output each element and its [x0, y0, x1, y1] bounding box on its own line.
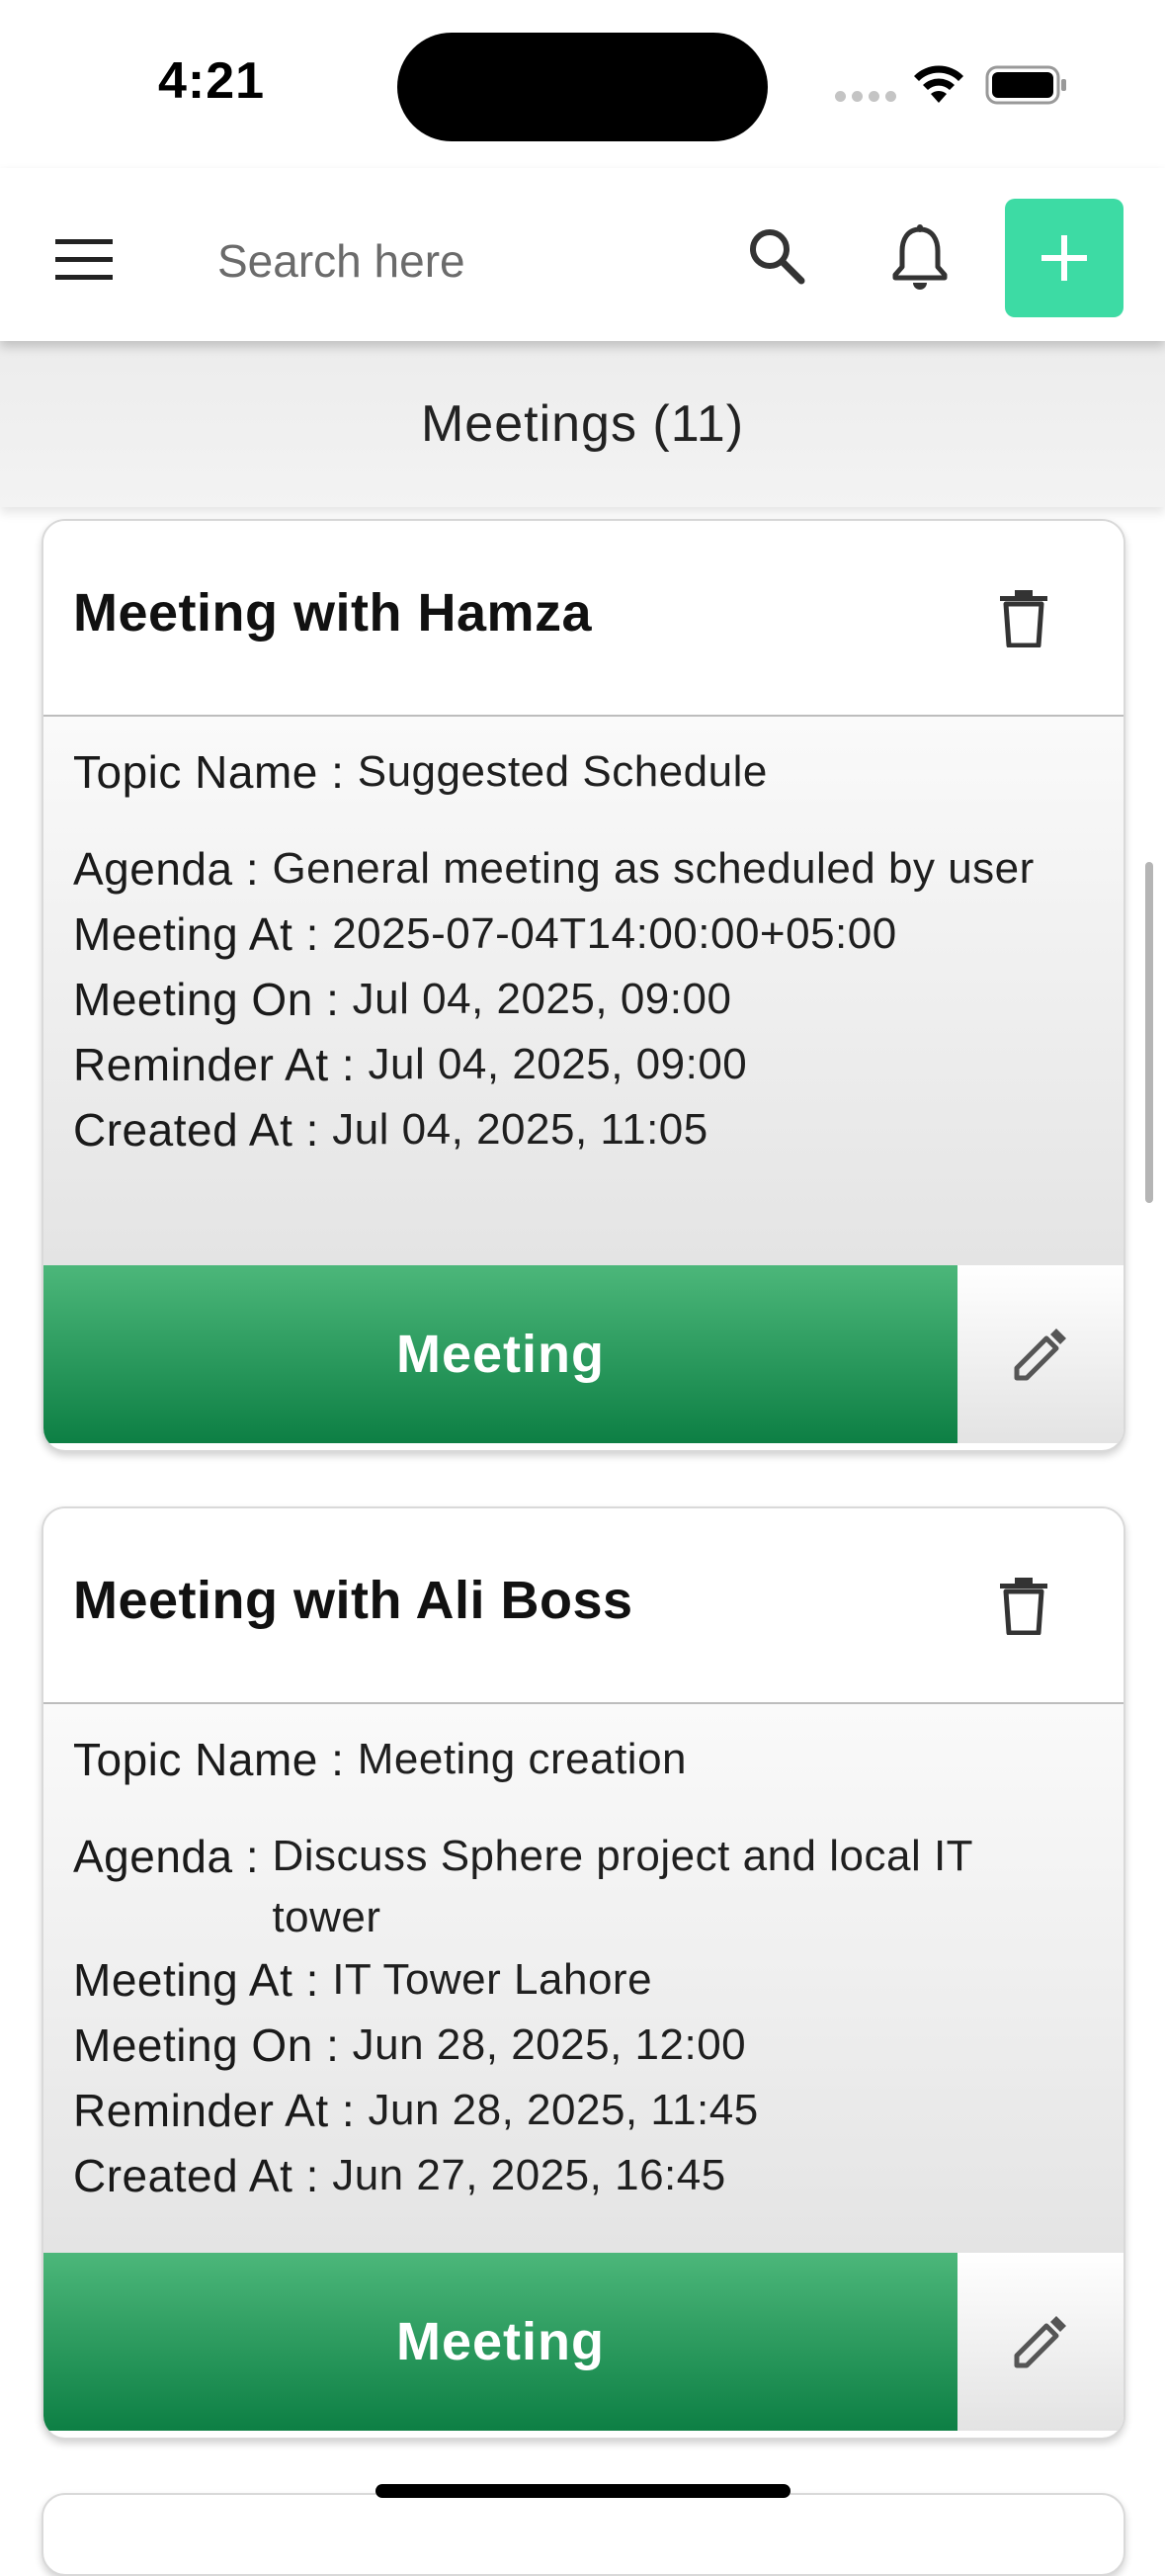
menu-icon[interactable]: [55, 239, 113, 281]
reminder-at-value: Jun 28, 2025, 11:45: [368, 2086, 759, 2134]
meeting-card: Meeting with Ali Boss Topic Name : Meeti…: [42, 1506, 1125, 2440]
meeting-title: Meeting with Hamza: [73, 583, 593, 643]
page-title: Meetings (11): [420, 395, 745, 453]
search-icon[interactable]: [746, 225, 807, 287]
created-at-value: Jun 27, 2025, 16:45: [332, 2151, 726, 2199]
meeting-at-label: Meeting At :: [73, 908, 319, 960]
meeting-on-label: Meeting On :: [73, 2019, 340, 2071]
reminder-at-value: Jul 04, 2025, 09:00: [368, 1040, 748, 1088]
reminder-at-row: Reminder At : Jul 04, 2025, 09:00: [73, 1031, 1094, 1098]
page-header: Meetings (11): [0, 341, 1165, 507]
meeting-at-label: Meeting At :: [73, 1954, 319, 2006]
agenda-label: Agenda :: [73, 1831, 260, 1882]
agenda-label: Agenda :: [73, 843, 260, 895]
card-details: Topic Name : Suggested Schedule Agenda :…: [43, 717, 1123, 1265]
top-app-bar: [0, 168, 1165, 341]
created-at-value: Jul 04, 2025, 11:05: [332, 1105, 708, 1154]
meeting-on-label: Meeting On :: [73, 974, 340, 1025]
bell-icon[interactable]: [891, 223, 949, 293]
pencil-icon: [1014, 2316, 1066, 2368]
card-actions: Meeting: [43, 2253, 1123, 2431]
topic-row: Topic Name : Suggested Schedule: [73, 738, 1094, 806]
trash-icon[interactable]: [998, 588, 1049, 647]
topic-label: Topic Name :: [73, 746, 345, 798]
add-meeting-button[interactable]: [1005, 199, 1123, 317]
meeting-button[interactable]: Meeting: [43, 2253, 957, 2431]
created-at-row: Created At : Jun 27, 2025, 16:45: [73, 2142, 1094, 2209]
meeting-on-value: Jun 28, 2025, 12:00: [352, 2020, 747, 2069]
plus-icon: [1041, 235, 1087, 281]
topic-label: Topic Name :: [73, 1734, 345, 1785]
home-indicator[interactable]: [375, 2484, 791, 2498]
reminder-at-label: Reminder At :: [73, 2085, 356, 2136]
agenda-row: Agenda : Discuss Sphere project and loca…: [73, 1823, 1094, 1948]
card-details: Topic Name : Meeting creation Agenda : D…: [43, 1704, 1123, 2253]
meeting-title: Meeting with Ali Boss: [73, 1571, 633, 1630]
reminder-at-label: Reminder At :: [73, 1039, 356, 1090]
search-input[interactable]: [215, 225, 694, 297]
dynamic-island: [397, 33, 768, 141]
scrollbar[interactable]: [1145, 862, 1153, 1203]
card-actions: Meeting: [43, 1265, 1123, 1443]
card-header: Meeting with Ali Boss: [43, 1508, 1123, 1704]
status-time: 4:21: [158, 52, 266, 110]
topic-row: Topic Name : Meeting creation: [73, 1726, 1094, 1793]
cellular-signal-icon: [835, 91, 896, 102]
battery-icon: [985, 65, 1066, 105]
created-at-label: Created At :: [73, 2150, 319, 2201]
wifi-icon: [914, 65, 963, 103]
meeting-at-value: 2025-07-04T14:00:00+05:00: [332, 909, 897, 958]
created-at-label: Created At :: [73, 1104, 319, 1156]
meeting-on-value: Jul 04, 2025, 09:00: [352, 975, 732, 1023]
reminder-at-row: Reminder At : Jun 28, 2025, 11:45: [73, 2077, 1094, 2144]
agenda-value: General meeting as scheduled by user: [272, 844, 1035, 893]
created-at-row: Created At : Jul 04, 2025, 11:05: [73, 1096, 1094, 1163]
meeting-button[interactable]: Meeting: [43, 1265, 957, 1443]
agenda-row: Agenda : General meeting as scheduled by…: [73, 835, 1094, 902]
meeting-at-row: Meeting At : IT Tower Lahore: [73, 1946, 1094, 2014]
meeting-card-partial: [42, 2493, 1125, 2576]
trash-icon[interactable]: [998, 1576, 1049, 1635]
topic-value: Meeting creation: [357, 1735, 688, 1783]
meeting-on-row: Meeting On : Jun 28, 2025, 12:00: [73, 2012, 1094, 2079]
edit-button[interactable]: [957, 1265, 1123, 1443]
agenda-value: Discuss Sphere project and local IT towe…: [272, 1832, 973, 1941]
meeting-card: Meeting with Hamza Topic Name : Suggeste…: [42, 519, 1125, 1452]
card-header: Meeting with Hamza: [43, 521, 1123, 717]
meeting-at-row: Meeting At : 2025-07-04T14:00:00+05:00: [73, 901, 1094, 968]
edit-button[interactable]: [957, 2253, 1123, 2431]
meeting-at-value: IT Tower Lahore: [332, 1955, 653, 2004]
topic-value: Suggested Schedule: [357, 747, 768, 796]
meeting-on-row: Meeting On : Jul 04, 2025, 09:00: [73, 966, 1094, 1033]
pencil-icon: [1014, 1329, 1066, 1381]
status-bar: 4:21: [0, 0, 1165, 168]
